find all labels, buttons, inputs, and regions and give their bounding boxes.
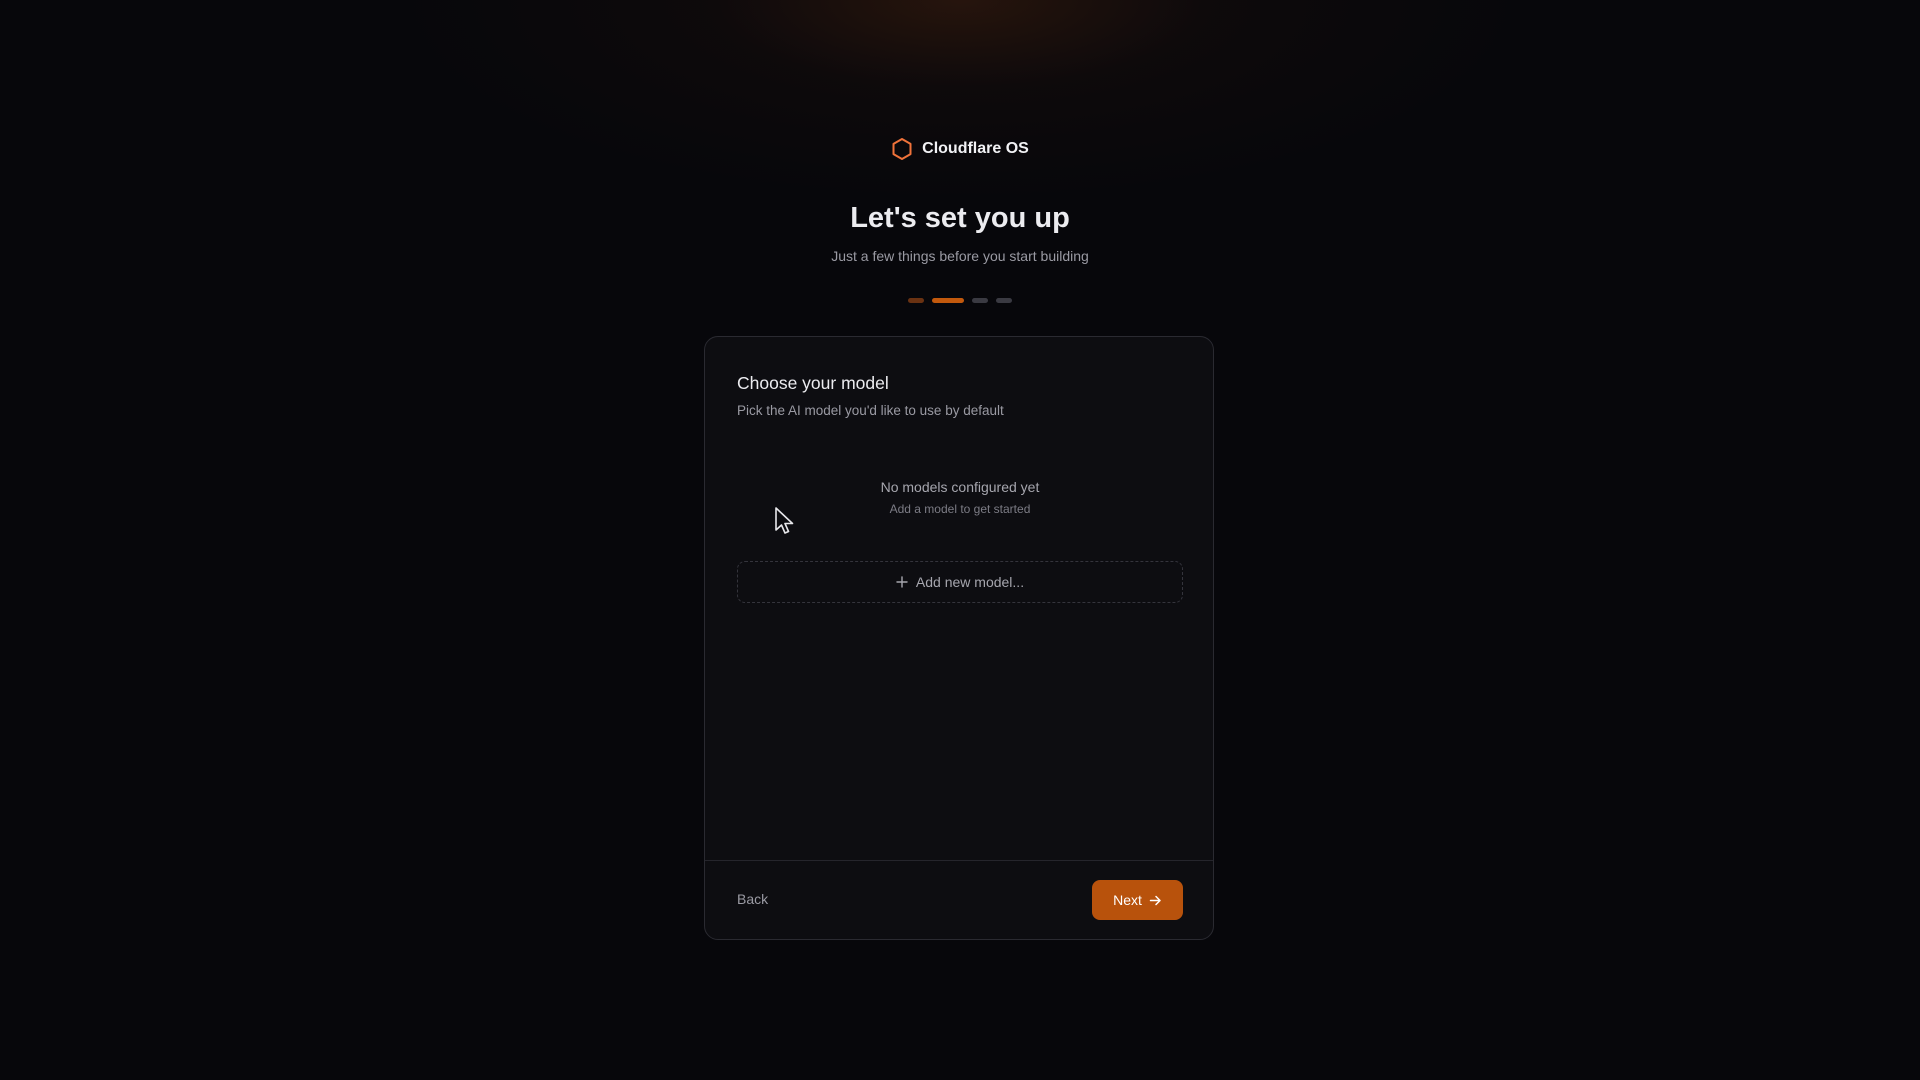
setup-page: Cloudflare OS Let's set you up Just a fe… bbox=[0, 0, 1920, 1080]
setup-card: Choose your model Pick the AI model you'… bbox=[704, 336, 1214, 940]
card-description: Pick the AI model you'd like to use by d… bbox=[737, 403, 1004, 418]
card-footer: Back Next bbox=[705, 860, 1213, 940]
add-new-model-button[interactable]: Add new model... bbox=[737, 561, 1183, 603]
card-title: Choose your model bbox=[737, 373, 889, 393]
mouse-cursor-icon bbox=[775, 507, 794, 534]
next-button[interactable]: Next bbox=[1092, 880, 1183, 920]
page-subtitle: Just a few things before you start build… bbox=[831, 248, 1089, 264]
plus-icon bbox=[896, 576, 908, 588]
step-dot-3 bbox=[972, 298, 988, 303]
brand: Cloudflare OS bbox=[0, 137, 1920, 161]
brand-name: Cloudflare OS bbox=[922, 140, 1029, 157]
arrow-right-icon bbox=[1149, 895, 1161, 905]
step-dot-1 bbox=[908, 298, 924, 303]
page-title: Let's set you up bbox=[850, 202, 1070, 234]
next-button-label: Next bbox=[1113, 892, 1142, 908]
step-dot-2 bbox=[932, 298, 964, 303]
step-indicator bbox=[0, 298, 1920, 303]
back-button[interactable]: Back bbox=[737, 891, 768, 907]
empty-state-title: No models configured yet bbox=[880, 479, 1040, 495]
step-dot-4 bbox=[996, 298, 1012, 303]
hexagon-icon bbox=[892, 138, 912, 160]
add-new-model-label: Add new model... bbox=[915, 574, 1025, 590]
